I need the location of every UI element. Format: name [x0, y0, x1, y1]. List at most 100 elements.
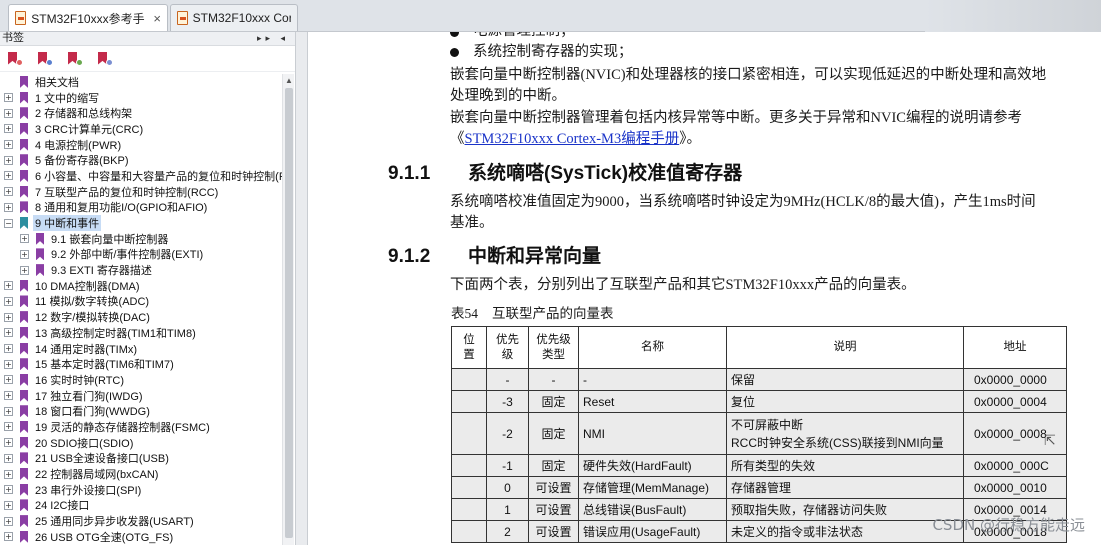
sidebar-item[interactable]: +3 CRC计算单元(CRC): [0, 121, 282, 137]
bookmark-icon: [20, 154, 28, 167]
bookmark-properties-icon[interactable]: [66, 51, 83, 66]
watermark: CSDN @行稳方能走远: [932, 516, 1085, 534]
expand-icon: [4, 77, 13, 86]
sidebar-item[interactable]: +17 独立看门狗(IWDG): [0, 388, 282, 404]
bookmarks-scrollbar[interactable]: ▲: [282, 74, 294, 545]
sidebar-item[interactable]: +25 通用同步异步收发器(USART): [0, 513, 282, 529]
sidebar-item[interactable]: +14 通用定时器(TIMx): [0, 341, 282, 357]
tab-cortex-manual[interactable]: STM32F10xxx Cort...: [170, 4, 298, 31]
expand-icon[interactable]: +: [4, 202, 13, 212]
bookmarks-title: 书签: [2, 32, 24, 44]
expand-icon[interactable]: +: [4, 155, 13, 165]
sidebar-item[interactable]: +11 模拟/数字转换(ADC): [0, 294, 282, 310]
expand-icon[interactable]: +: [4, 391, 13, 401]
bookmark-expand-icon[interactable]: [96, 51, 113, 66]
cell-description: 不可屏蔽中断 RCC时钟安全系统(CSS)联接到NMI向量: [726, 412, 964, 455]
sidebar-item[interactable]: 相关文档: [0, 74, 282, 90]
tab-bar: STM32F10xxx参考手... × STM32F10xxx Cort...: [0, 0, 1101, 32]
cell-priority-type: 固定: [528, 412, 579, 455]
bookmark-add-icon[interactable]: [36, 51, 53, 66]
cell-priority-type: 可设置: [528, 476, 579, 499]
sidebar-item[interactable]: +12 数字/模拟转换(DAC): [0, 309, 282, 325]
sidebar-item[interactable]: +23 串行外设接口(SPI): [0, 482, 282, 498]
sidebar-item[interactable]: +5 备份寄存器(BKP): [0, 152, 282, 168]
expand-icon[interactable]: +: [20, 234, 29, 244]
expand-icon[interactable]: +: [4, 93, 13, 103]
expand-icon[interactable]: +: [4, 281, 13, 291]
collapse-icon[interactable]: −: [4, 218, 13, 228]
bookmark-icon: [20, 169, 28, 182]
expand-icon[interactable]: +: [4, 312, 13, 322]
sidebar-item[interactable]: +18 窗口看门狗(WWDG): [0, 403, 282, 419]
cortex-manual-link[interactable]: STM32F10xxx Cortex-M3编程手册: [465, 131, 680, 147]
sidebar-item[interactable]: +20 SDIO接口(SDIO): [0, 435, 282, 451]
scroll-up-icon[interactable]: ▲: [285, 76, 293, 85]
sidebar-item[interactable]: +1 文中的缩写: [0, 90, 282, 106]
tab-label: STM32F10xxx参考手...: [31, 11, 146, 26]
sidebar-item[interactable]: +8 通用和复用功能I/O(GPIO和AFIO): [0, 200, 282, 216]
expand-icon[interactable]: +: [4, 344, 13, 354]
bookmarks-header: 书签 ▸▸ ◂: [0, 32, 295, 46]
nvic-paragraph-line: 《STM32F10xxx Cortex-M3编程手册》。: [450, 128, 701, 150]
cell-position: [451, 520, 487, 543]
expand-icon[interactable]: +: [4, 453, 13, 463]
bookmark-icon: [20, 342, 28, 355]
expand-icon[interactable]: +: [20, 265, 29, 275]
cell-name: 硬件失效(HardFault): [578, 454, 727, 477]
expand-icon[interactable]: +: [20, 249, 29, 259]
sidebar-item[interactable]: +9.3 EXTI 寄存器描述: [0, 262, 282, 278]
col-header-priority: 优先 级: [486, 326, 529, 369]
sidebar-item[interactable]: +21 USB全速设备接口(USB): [0, 451, 282, 467]
expand-icon[interactable]: +: [4, 171, 13, 181]
mouse-cursor-icon: ⇱: [1044, 432, 1056, 448]
scrollbar-thumb[interactable]: [285, 88, 293, 538]
sidebar-item[interactable]: +7 互联型产品的复位和时钟控制(RCC): [0, 184, 282, 200]
sidebar-item[interactable]: +13 高级控制定时器(TIM1和TIM8): [0, 325, 282, 341]
expand-icon[interactable]: +: [4, 469, 13, 479]
sidebar-item-label: 25 通用同步异步收发器(USART): [35, 516, 194, 529]
sidebar-item[interactable]: +9.2 外部中断/事件控制器(EXTI): [0, 247, 282, 263]
cell-address: 0x0000_0010: [963, 476, 1067, 499]
sidebar-item[interactable]: +22 控制器局域网(bxCAN): [0, 466, 282, 482]
expand-icon[interactable]: +: [4, 422, 13, 432]
sidebar-item[interactable]: +26 USB OTG全速(OTG_FS): [0, 529, 282, 545]
expand-icon[interactable]: +: [4, 359, 13, 369]
sidebar-item[interactable]: +15 基本定时器(TIM6和TIM7): [0, 356, 282, 372]
bookmark-icon: [20, 122, 28, 135]
sidebar-item[interactable]: +10 DMA控制器(DMA): [0, 278, 282, 294]
cell-position: [451, 412, 487, 455]
sidebar-item-label: 3 CRC计算单元(CRC): [35, 123, 144, 136]
expand-icon[interactable]: +: [4, 328, 13, 338]
sidebar-item[interactable]: +2 存储器和总线构架: [0, 105, 282, 121]
expand-icon[interactable]: +: [4, 187, 13, 197]
bookmark-icon: [20, 358, 28, 371]
sidebar-item[interactable]: +6 小容量、中容量和大容量产品的复位和时钟控制(R: [0, 168, 282, 184]
expand-icon[interactable]: +: [4, 516, 13, 526]
close-icon[interactable]: ×: [153, 11, 161, 26]
expand-icon[interactable]: +: [4, 140, 13, 150]
expand-icon[interactable]: +: [4, 438, 13, 448]
bookmark-icon: [20, 138, 28, 151]
expand-icon[interactable]: +: [4, 375, 13, 385]
expand-icon[interactable]: +: [4, 108, 13, 118]
panel-collapse-icon[interactable]: ▸▸ ◂: [257, 32, 289, 45]
sidebar-item[interactable]: +24 I2C接口: [0, 498, 282, 514]
expand-icon[interactable]: +: [4, 296, 13, 306]
expand-icon[interactable]: +: [4, 485, 13, 495]
expand-icon[interactable]: +: [4, 406, 13, 416]
sidebar-item-label: 18 窗口看门狗(WWDG): [35, 406, 150, 419]
sidebar-item[interactable]: +19 灵活的静态存储器控制器(FSMC): [0, 419, 282, 435]
cell-priority-type: 固定: [528, 454, 579, 477]
expand-icon[interactable]: +: [4, 124, 13, 134]
expand-icon[interactable]: +: [4, 532, 13, 542]
table-header-row: 位 置 优先 级 优先级 类型 名称 说明 地址: [451, 326, 1067, 369]
bookmark-delete-icon[interactable]: [6, 51, 23, 66]
sidebar-item[interactable]: +4 电源控制(PWR): [0, 137, 282, 153]
tab-reference-manual[interactable]: STM32F10xxx参考手... ×: [8, 4, 168, 31]
sidebar-item-label: 23 串行外设接口(SPI): [35, 484, 142, 497]
expand-icon[interactable]: +: [4, 500, 13, 510]
sidebar-item[interactable]: − 9 中断和事件: [0, 215, 282, 232]
panel-splitter[interactable]: [296, 32, 308, 545]
sidebar-item[interactable]: +16 实时时钟(RTC): [0, 372, 282, 388]
sidebar-item[interactable]: +9.1 嵌套向量中断控制器: [0, 231, 282, 247]
